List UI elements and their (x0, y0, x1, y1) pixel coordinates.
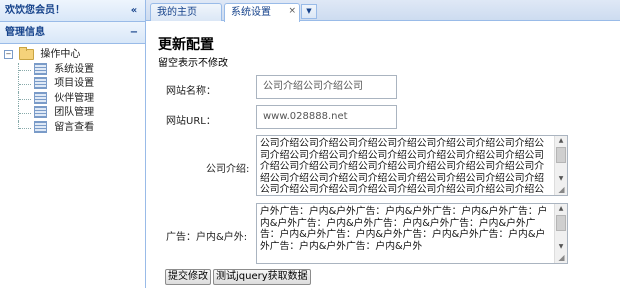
tree-item-label: 系统设置 (54, 63, 95, 75)
welcome-header: 欢饮您会员！ « (0, 0, 145, 22)
tree-item-label: 伙伴管理 (54, 92, 95, 104)
test-jquery-button[interactable]: 测试jquery获取数据 (213, 269, 311, 285)
scroll-down-icon[interactable]: ▼ (555, 242, 567, 252)
tree-item-partner-management[interactable]: 伙伴管理 (0, 91, 145, 106)
page-icon (34, 62, 47, 75)
resize-grip-icon[interactable]: ◢ (556, 185, 567, 195)
tab-label: 我的主页 (157, 7, 197, 18)
welcome-text: 欢饮您会员！ (5, 5, 65, 16)
page-icon (34, 106, 47, 118)
nav-title: 管理信息 (5, 27, 45, 38)
site-url-input[interactable]: www.028888.net (256, 105, 397, 129)
site-name-input[interactable]: 公司介绍公司介绍公司 (256, 75, 397, 99)
collapse-icon[interactable]: « (127, 0, 141, 21)
intro-text: 公司介绍公司介绍公司介绍公司介绍公司介绍公司介绍公司介绍公司介绍公司介绍公司介绍… (260, 138, 545, 195)
submit-button[interactable]: 提交修改 (165, 269, 211, 285)
site-name-label: 网站名称： (166, 86, 216, 97)
tree-collapse-icon[interactable]: − (4, 49, 13, 59)
tree-item-label: 团队管理 (54, 107, 95, 118)
nav-tree: − 操作中心 系统设置 项目设置 伙伴管理 团队管理 留言查看 (0, 44, 145, 135)
tree-item-system-settings[interactable]: 系统设置 (0, 62, 145, 77)
nav-header[interactable]: 管理信息 − (0, 22, 145, 44)
page-icon (34, 91, 47, 104)
tree-item-project-settings[interactable]: 项目设置 (0, 77, 145, 92)
tab-system-settings[interactable]: 系统设置 × (224, 3, 300, 22)
intro-label: 公司介绍: (206, 164, 250, 175)
scroll-up-icon[interactable]: ▲ (555, 204, 567, 214)
resize-grip-icon[interactable]: ◢ (556, 253, 567, 263)
tab-label: 系统设置 (231, 7, 271, 18)
page-subtitle: 留空表示不修改 (158, 58, 228, 69)
left-panel: 欢饮您会员！ « 管理信息 − − 操作中心 系统设置 项目设置 伙伴管理 团队… (0, 0, 146, 288)
tree-item-label: 留言查看 (54, 121, 95, 133)
scroll-thumb[interactable] (556, 215, 566, 231)
tree-item-label: 项目设置 (54, 78, 95, 89)
tab-home[interactable]: 我的主页 (150, 3, 222, 21)
main-content: 更新配置 留空表示不修改 网站名称： 公司介绍公司介绍公司 网站URL： www… (146, 21, 620, 288)
tree-item-messages[interactable]: 留言查看 (0, 120, 145, 136)
ad-label: 广告：户内&户外: (166, 232, 248, 243)
tab-bar: 我的主页 系统设置 × ▼ (146, 0, 620, 22)
intro-textarea[interactable]: 公司介绍公司介绍公司介绍公司介绍公司介绍公司介绍公司介绍公司介绍公司介绍公司介绍… (256, 135, 568, 196)
tree-root[interactable]: − 操作中心 (0, 46, 145, 63)
folder-icon (19, 46, 35, 60)
site-url-label: 网站URL： (166, 116, 216, 127)
scroll-up-icon[interactable]: ▲ (555, 136, 567, 146)
nav-toggle-icon[interactable]: − (127, 22, 141, 43)
tree-item-team-management[interactable]: 团队管理 (0, 106, 145, 121)
scroll-thumb[interactable] (556, 147, 566, 163)
ad-text: 户外广告：户内&户外广告：户内&户外广告：户内&户外广告：户内&户外广告：户内&… (260, 206, 548, 252)
ad-textarea[interactable]: 户外广告：户内&户外广告：户内&户外广告：户内&户外广告：户内&户外广告：户内&… (256, 203, 568, 264)
tab-menu-dropdown-icon[interactable]: ▼ (301, 4, 317, 19)
tree-root-label: 操作中心 (40, 49, 81, 60)
page-title: 更新配置 (158, 37, 214, 53)
page-icon (34, 77, 47, 89)
page-icon (34, 120, 47, 133)
close-icon[interactable]: × (288, 3, 296, 20)
scroll-down-icon[interactable]: ▼ (555, 174, 567, 184)
